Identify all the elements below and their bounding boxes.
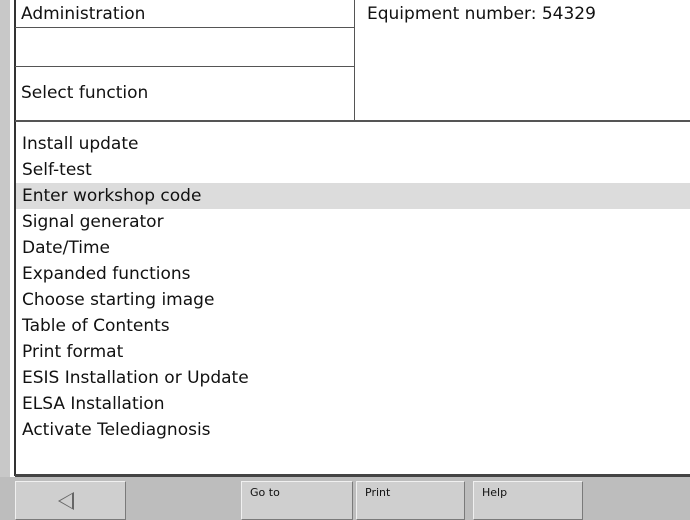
menu-item[interactable]: Self-test [16,157,690,183]
menu-item[interactable]: Choose starting image [16,287,690,313]
menu-item[interactable]: Date/Time [16,235,690,261]
back-button[interactable] [15,481,126,520]
bottom-toolbar: Go to Print Help [0,477,690,520]
function-menu: Install update Self-test Enter workshop co… [16,131,690,443]
menu-item[interactable]: Activate Telediagnosis [16,417,690,443]
function-prompt: Select function [21,83,149,103]
left-edge-bar [0,0,10,520]
header-empty-cell [15,29,354,67]
menu-item[interactable]: Expanded functions [16,261,690,287]
menu-item[interactable]: ESIS Installation or Update [16,365,690,391]
menu-item[interactable]: Signal generator [16,209,690,235]
menu-item[interactable]: ELSA Installation [16,391,690,417]
help-button[interactable]: Help [473,481,583,520]
print-button[interactable]: Print [356,481,465,520]
menu-item[interactable]: Print format [16,339,690,365]
back-arrow-icon [58,492,74,510]
menu-item[interactable]: Table of Contents [16,313,690,339]
header-panel: Administration Select function Equipment… [15,0,690,120]
equipment-number: Equipment number: 54329 [367,4,596,24]
go-to-button[interactable]: Go to [241,481,353,520]
page-title: Administration [15,0,354,28]
menu-item[interactable]: Install update [16,131,690,157]
app-window: Administration Select function Equipment… [0,0,690,520]
header-left-panel: Administration Select function [15,0,355,120]
header-divider [15,120,690,122]
menu-item[interactable]: Enter workshop code [16,183,690,209]
